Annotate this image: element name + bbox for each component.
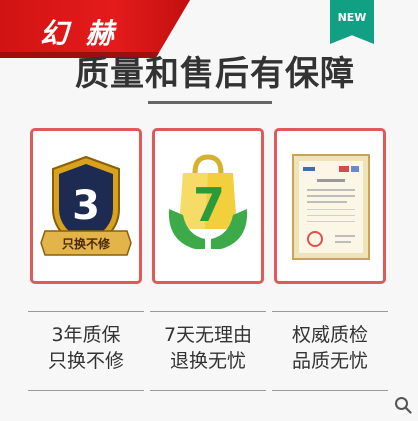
certificate-document-icon <box>292 154 370 260</box>
shopping-bag-hands-icon: 7 <box>168 154 248 249</box>
shield-number: 3 <box>72 183 100 229</box>
return-caption: 7天无理由 退换无忧 <box>147 322 269 374</box>
new-badge: NEW <box>330 0 374 44</box>
page-title: 质量和售后有保障 <box>75 54 355 94</box>
caption-line: 3年质保 <box>51 324 121 346</box>
caption-rule <box>150 311 266 312</box>
caption-rule <box>272 311 388 312</box>
warranty-caption: 3年质保 只换不修 <box>25 322 147 374</box>
caption-rule <box>28 311 144 312</box>
shield-banner-text: 只换不修 <box>62 236 111 251</box>
caption-line: 退换无忧 <box>169 350 246 372</box>
bag-number: 7 <box>193 178 225 232</box>
return-policy-card: 7 <box>152 128 264 284</box>
product-image: 幻 赫 NEW 质量和售后有保障 3 只换不修 7 3年质保 只换不修 7天无理… <box>0 0 418 421</box>
caption-line: 品质无忧 <box>291 350 368 372</box>
caption-rule <box>150 390 266 391</box>
zoom-icon[interactable] <box>394 396 412 414</box>
inspection-caption: 权威质检 品质无忧 <box>269 322 391 374</box>
shield-icon: 3 只换不修 <box>40 155 132 256</box>
inspection-card <box>274 128 386 284</box>
title-underline <box>148 101 272 104</box>
caption-line: 只换不修 <box>47 350 124 372</box>
caption-line: 权威质检 <box>291 324 368 346</box>
caption-rule <box>28 390 144 391</box>
caption-line: 7天无理由 <box>163 324 253 346</box>
warranty-card: 3 只换不修 <box>30 128 142 284</box>
caption-rule <box>272 390 388 391</box>
